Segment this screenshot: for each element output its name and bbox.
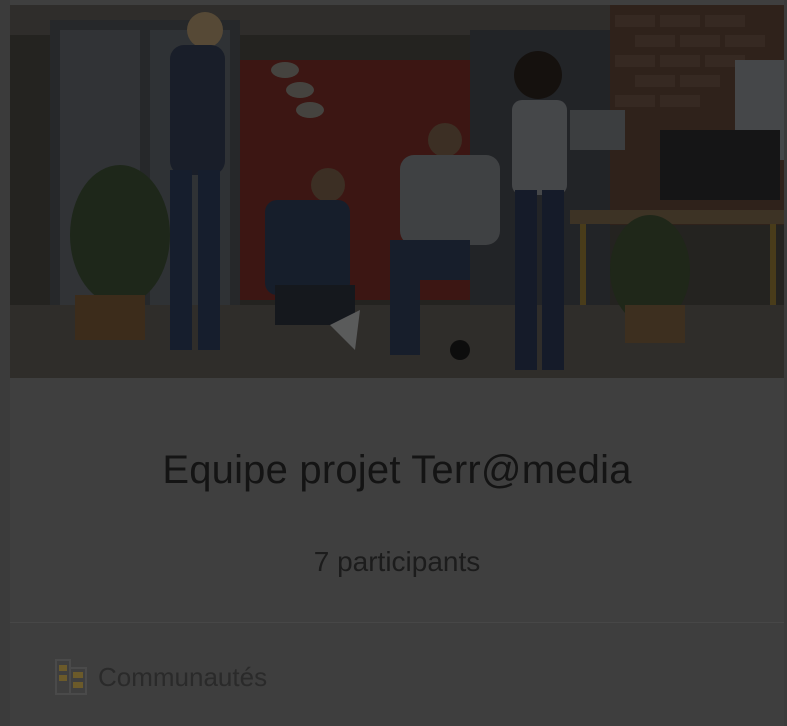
community-building-icon: [54, 658, 90, 696]
page: Equipe projet Terr@media 7 participants …: [0, 0, 787, 726]
card-footer: Communautés: [10, 622, 784, 726]
communities-link-label: Communautés: [98, 661, 268, 692]
communities-link[interactable]: Communautés: [54, 657, 267, 697]
participants-count: 7 participants: [313, 546, 481, 577]
card-body: Equipe projet Terr@media 7 participants: [10, 378, 784, 622]
community-card[interactable]: Equipe projet Terr@media 7 participants …: [10, 0, 784, 726]
card-cover-image: [10, 5, 784, 378]
card-title[interactable]: Equipe projet Terr@media: [10, 448, 784, 493]
